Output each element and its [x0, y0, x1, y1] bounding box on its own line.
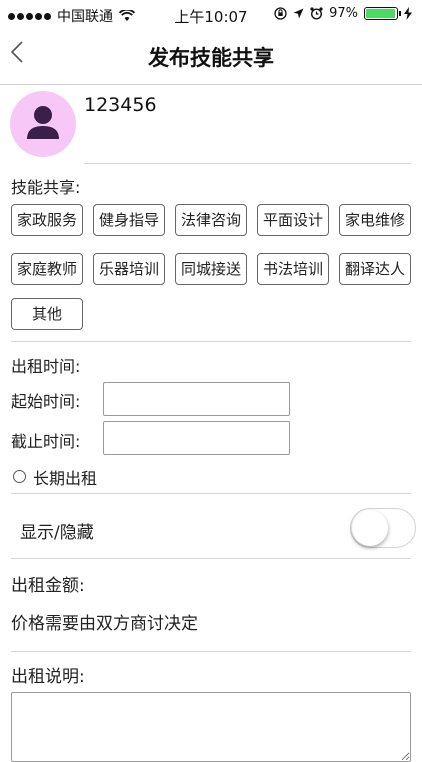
rental-time-label: 出租时间:	[11, 357, 81, 376]
charging-bolt-icon	[404, 7, 412, 20]
skill-chip[interactable]: 家政服务	[11, 204, 83, 236]
alarm-icon	[310, 7, 323, 20]
skill-chip[interactable]: 书法培训	[257, 253, 329, 285]
skill-chip[interactable]: 健身指导	[93, 204, 165, 236]
skills-label: 技能共享:	[11, 178, 81, 197]
username: 123456	[84, 94, 157, 116]
long-term-radio[interactable]	[13, 470, 26, 483]
skill-chip[interactable]: 家庭教师	[11, 253, 83, 285]
skill-chip[interactable]: 翻译达人	[339, 253, 411, 285]
person-icon	[27, 106, 59, 139]
rotation-lock-icon	[274, 7, 287, 20]
long-term-label: 长期出租	[33, 469, 98, 488]
divider	[11, 493, 411, 494]
description-label: 出租说明:	[11, 667, 85, 687]
battery-percent: 97%	[329, 6, 358, 21]
page-title: 发布技能共享	[148, 46, 274, 70]
price-note: 价格需要由双方商讨决定	[11, 614, 198, 634]
battery-icon	[364, 7, 401, 20]
status-right: 97%	[274, 6, 412, 21]
divider	[11, 341, 411, 342]
visibility-label: 显示/隐藏	[20, 523, 94, 543]
visibility-toggle[interactable]	[350, 508, 416, 548]
skill-chip-other[interactable]: 其他	[11, 298, 83, 330]
description-textarea[interactable]	[11, 692, 411, 762]
skill-chip[interactable]: 乐器培训	[93, 253, 165, 285]
skill-chip[interactable]: 平面设计	[257, 204, 329, 236]
nav-bar: 发布技能共享	[0, 28, 422, 85]
skill-chip[interactable]: 法律咨询	[175, 204, 247, 236]
divider	[11, 558, 411, 559]
avatar[interactable]	[10, 91, 76, 157]
start-time-label: 起始时间:	[11, 392, 81, 411]
end-time-input[interactable]	[103, 421, 290, 455]
divider	[84, 163, 411, 164]
status-bar: 中国联通 上午10:07 97%	[0, 0, 422, 28]
toggle-knob	[352, 510, 388, 546]
location-arrow-icon	[293, 8, 304, 19]
price-label: 出租金额:	[11, 576, 85, 596]
start-time-input[interactable]	[103, 382, 290, 416]
divider	[11, 651, 411, 652]
end-time-label: 截止时间:	[11, 432, 81, 451]
skill-chip[interactable]: 家电维修	[339, 204, 411, 236]
skill-chip[interactable]: 同城接送	[175, 253, 247, 285]
